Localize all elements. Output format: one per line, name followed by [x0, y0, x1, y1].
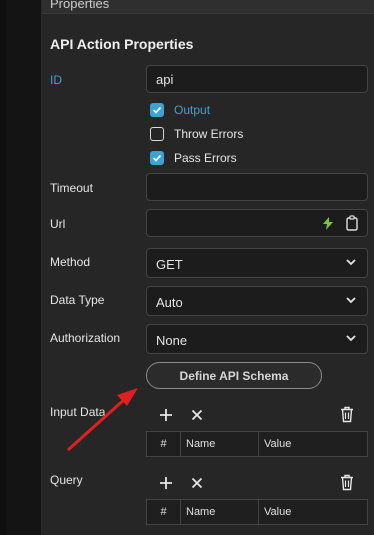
clipboard-icon[interactable] — [346, 215, 358, 231]
plus-icon — [160, 409, 172, 421]
trash-icon — [341, 474, 353, 490]
authorization-label: Authorization — [50, 331, 121, 345]
column-header-value: Value — [264, 438, 292, 450]
method-select[interactable]: GET — [146, 248, 368, 278]
input-data-table-header: # Name Value — [146, 431, 368, 457]
panel-header-title: Properties — [50, 0, 110, 11]
pass-errors-checkbox-row[interactable]: Pass Errors — [150, 149, 237, 167]
output-checkbox-row[interactable]: Output — [150, 101, 210, 119]
method-label: Method — [50, 255, 91, 269]
output-checkbox[interactable] — [150, 103, 164, 117]
column-header-name: Name — [181, 500, 259, 524]
datatype-value: Auto — [156, 295, 183, 310]
check-icon — [152, 106, 162, 114]
authorization-value: None — [156, 333, 188, 348]
trash-icon — [341, 406, 353, 422]
define-api-schema-button[interactable]: Define API Schema — [146, 362, 322, 389]
plus-icon — [160, 477, 172, 489]
input-data-delete-button[interactable] — [338, 405, 356, 423]
lightning-icon[interactable] — [323, 217, 333, 230]
url-field[interactable] — [146, 209, 368, 237]
pass-errors-checkbox-label: Pass Errors — [174, 151, 237, 165]
panel-header: Properties — [42, 0, 374, 14]
close-icon — [191, 409, 203, 421]
query-label: Query — [50, 473, 83, 487]
id-label: ID — [50, 73, 62, 87]
input-data-label: Input Data — [50, 405, 106, 419]
close-icon — [191, 477, 203, 489]
check-icon — [152, 154, 162, 162]
query-delete-button[interactable] — [338, 473, 356, 491]
column-header-name: Name — [181, 432, 259, 456]
id-value: api — [156, 72, 174, 87]
url-label: Url — [50, 217, 66, 231]
throw-errors-checkbox-row[interactable]: Throw Errors — [150, 125, 243, 143]
query-clear-button[interactable] — [188, 474, 206, 492]
left-rail — [0, 0, 42, 535]
id-field[interactable]: api — [146, 65, 368, 93]
section-title: API Action Properties — [50, 36, 194, 52]
output-checkbox-label: Output — [174, 103, 211, 117]
authorization-select[interactable]: None — [146, 324, 368, 354]
chevron-down-icon — [346, 297, 356, 304]
datatype-select[interactable]: Auto — [146, 286, 368, 316]
throw-errors-checkbox[interactable] — [150, 127, 164, 141]
input-data-add-button[interactable] — [157, 406, 175, 424]
throw-errors-checkbox-label: Throw Errors — [174, 127, 244, 141]
timeout-label: Timeout — [50, 181, 93, 195]
datatype-label: Data Type — [50, 293, 105, 307]
pass-errors-checkbox[interactable] — [150, 151, 164, 165]
column-header-number: # — [147, 500, 181, 524]
query-add-button[interactable] — [157, 474, 175, 492]
method-value: GET — [156, 257, 183, 272]
column-header-number: # — [147, 432, 181, 456]
chevron-down-icon — [346, 335, 356, 342]
chevron-down-icon — [346, 259, 356, 266]
query-table-header: # Name Value — [146, 499, 368, 525]
input-data-clear-button[interactable] — [188, 406, 206, 424]
column-header-value: Value — [264, 506, 292, 518]
properties-panel: Properties API Action Properties ID api … — [42, 0, 374, 535]
left-rail-edge — [0, 0, 6, 535]
timeout-field[interactable] — [146, 173, 368, 201]
